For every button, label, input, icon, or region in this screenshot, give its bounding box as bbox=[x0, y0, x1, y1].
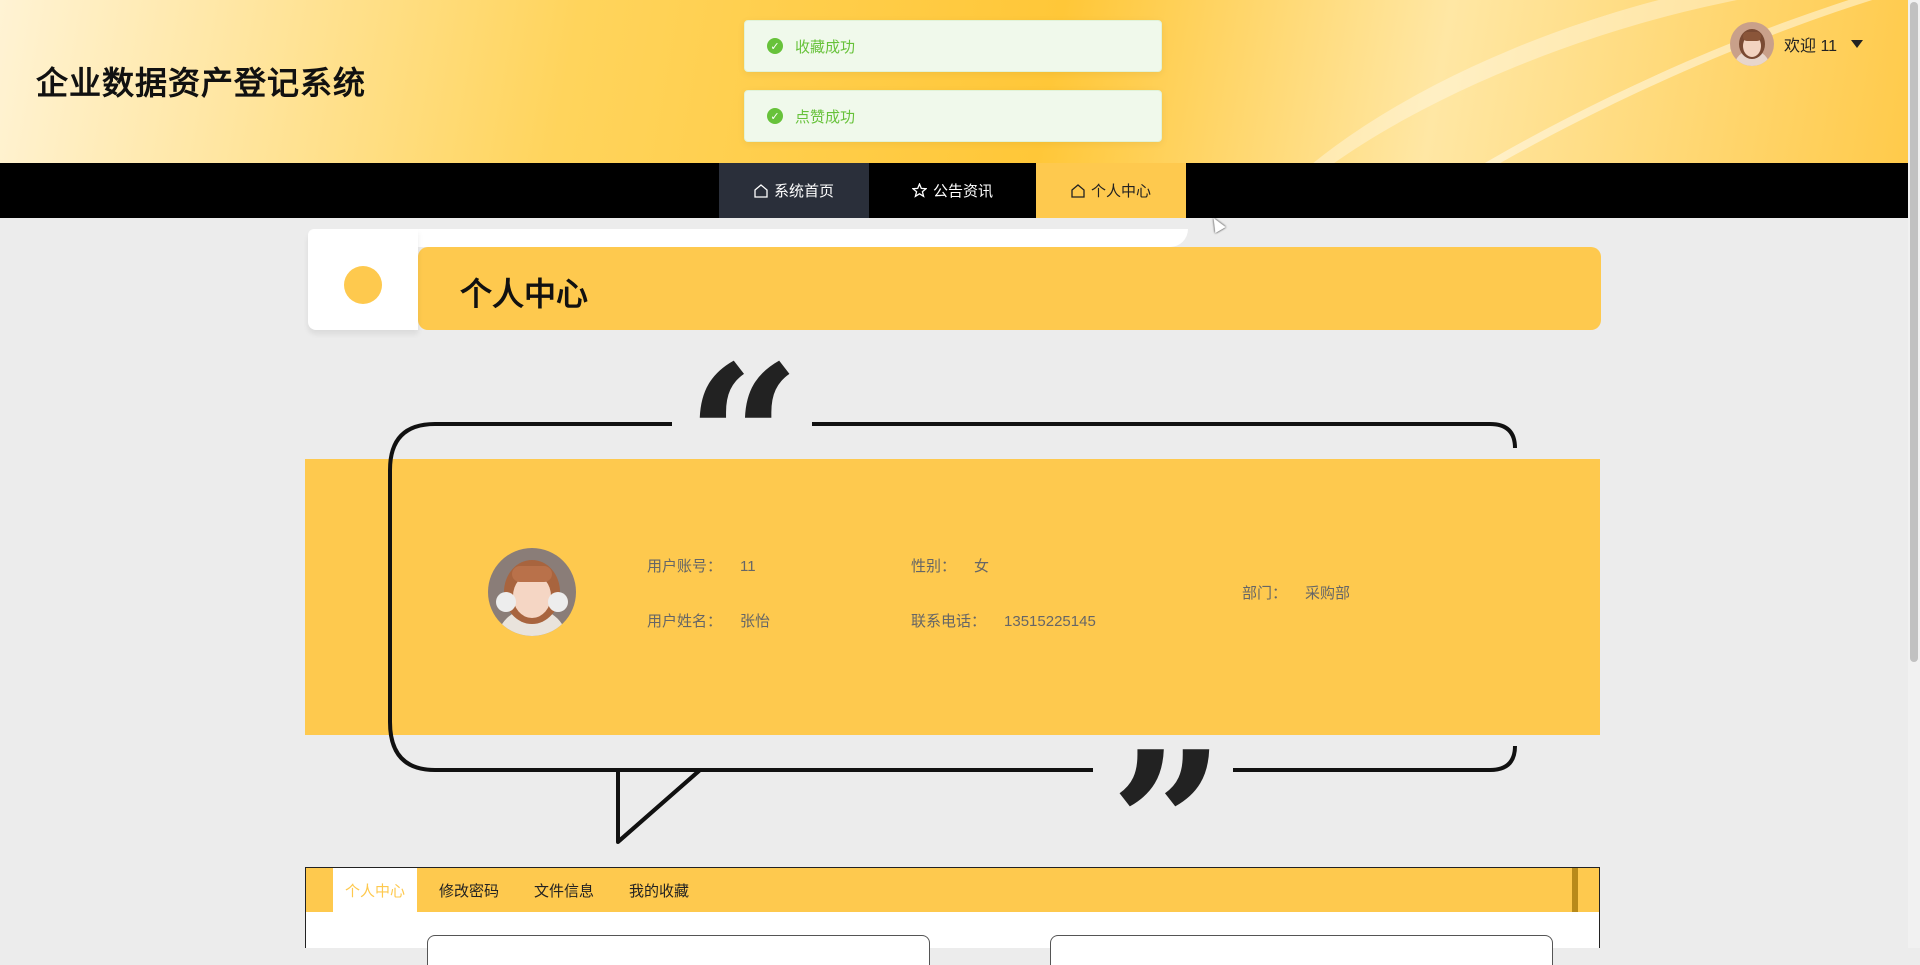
dot-icon bbox=[344, 266, 382, 304]
tab-my-favorites[interactable]: 我的收藏 bbox=[619, 868, 699, 912]
department-value: 采购部 bbox=[1305, 585, 1351, 602]
nav-item-personal-center[interactable]: 个人中心 bbox=[1036, 163, 1186, 218]
check-circle-icon: ✓ bbox=[767, 108, 783, 124]
banner-icon-box bbox=[308, 229, 418, 330]
page-title: 个人中心 bbox=[460, 276, 589, 312]
banner-background bbox=[418, 247, 1601, 330]
open-quote-icon: “ bbox=[686, 322, 802, 557]
check-circle-icon: ✓ bbox=[767, 38, 783, 54]
account-value: 11 bbox=[740, 558, 756, 575]
user-menu[interactable]: 欢迎 11 bbox=[1730, 22, 1864, 66]
home-icon bbox=[1071, 183, 1085, 198]
page-scrollbar[interactable] bbox=[1908, 0, 1920, 948]
toast-success: ✓ 收藏成功 bbox=[744, 20, 1162, 72]
gender-label: 性别： bbox=[911, 558, 957, 575]
chevron-down-icon[interactable] bbox=[1851, 40, 1864, 48]
banner-strip bbox=[308, 229, 1188, 247]
content-card bbox=[427, 935, 930, 965]
site-title: 企业数据资产登记系统 bbox=[36, 65, 367, 101]
nav-item-home[interactable]: 系统首页 bbox=[719, 163, 869, 218]
name-value: 张怡 bbox=[740, 613, 771, 630]
welcome-text[interactable]: 欢迎 11 bbox=[1784, 32, 1837, 56]
tabs-bar: 个人中心 修改密码 文件信息 我的收藏 bbox=[306, 868, 1599, 912]
tab-change-password[interactable]: 修改密码 bbox=[429, 868, 509, 912]
nav-item-news[interactable]: 公告资讯 bbox=[869, 163, 1036, 218]
star-icon bbox=[911, 183, 927, 198]
account-label: 用户账号： bbox=[647, 558, 723, 575]
info-gender: 性别： 女 bbox=[911, 555, 989, 576]
profile-avatar bbox=[488, 548, 576, 636]
info-account: 用户账号： 11 bbox=[647, 555, 756, 576]
name-label: 用户姓名： bbox=[647, 613, 723, 630]
nav-item-label: 公告资讯 bbox=[932, 183, 993, 200]
info-name: 用户姓名： 张怡 bbox=[647, 610, 770, 631]
toast-success: ✓ 点赞成功 bbox=[744, 90, 1162, 142]
main-nav: 系统首页 公告资讯 个人中心 bbox=[0, 163, 1908, 218]
department-label: 部门： bbox=[1242, 585, 1288, 602]
phone-label: 联系电话： bbox=[911, 613, 987, 630]
gender-value: 女 bbox=[974, 558, 990, 575]
toast-text: 收藏成功 bbox=[795, 38, 856, 56]
home-icon bbox=[754, 183, 768, 198]
toast-text: 点赞成功 bbox=[795, 108, 856, 126]
tab-personal-center[interactable]: 个人中心 bbox=[333, 868, 417, 912]
nav-item-label: 系统首页 bbox=[773, 183, 834, 200]
tabs-scroll-handle[interactable] bbox=[1572, 868, 1578, 912]
info-phone: 联系电话： 13515225145 bbox=[911, 610, 1096, 631]
profile-tabs-panel: 个人中心 修改密码 文件信息 我的收藏 bbox=[305, 867, 1600, 965]
info-department: 部门： 采购部 bbox=[1242, 582, 1350, 603]
phone-value: 13515225145 bbox=[1004, 613, 1096, 630]
nav-item-label: 个人中心 bbox=[1090, 183, 1151, 200]
content-card bbox=[1050, 935, 1553, 965]
scrollbar-thumb[interactable] bbox=[1910, 2, 1918, 662]
avatar[interactable] bbox=[1730, 22, 1774, 66]
page-title-banner: 个人中心 bbox=[308, 229, 1601, 330]
tab-file-info[interactable]: 文件信息 bbox=[524, 868, 604, 912]
